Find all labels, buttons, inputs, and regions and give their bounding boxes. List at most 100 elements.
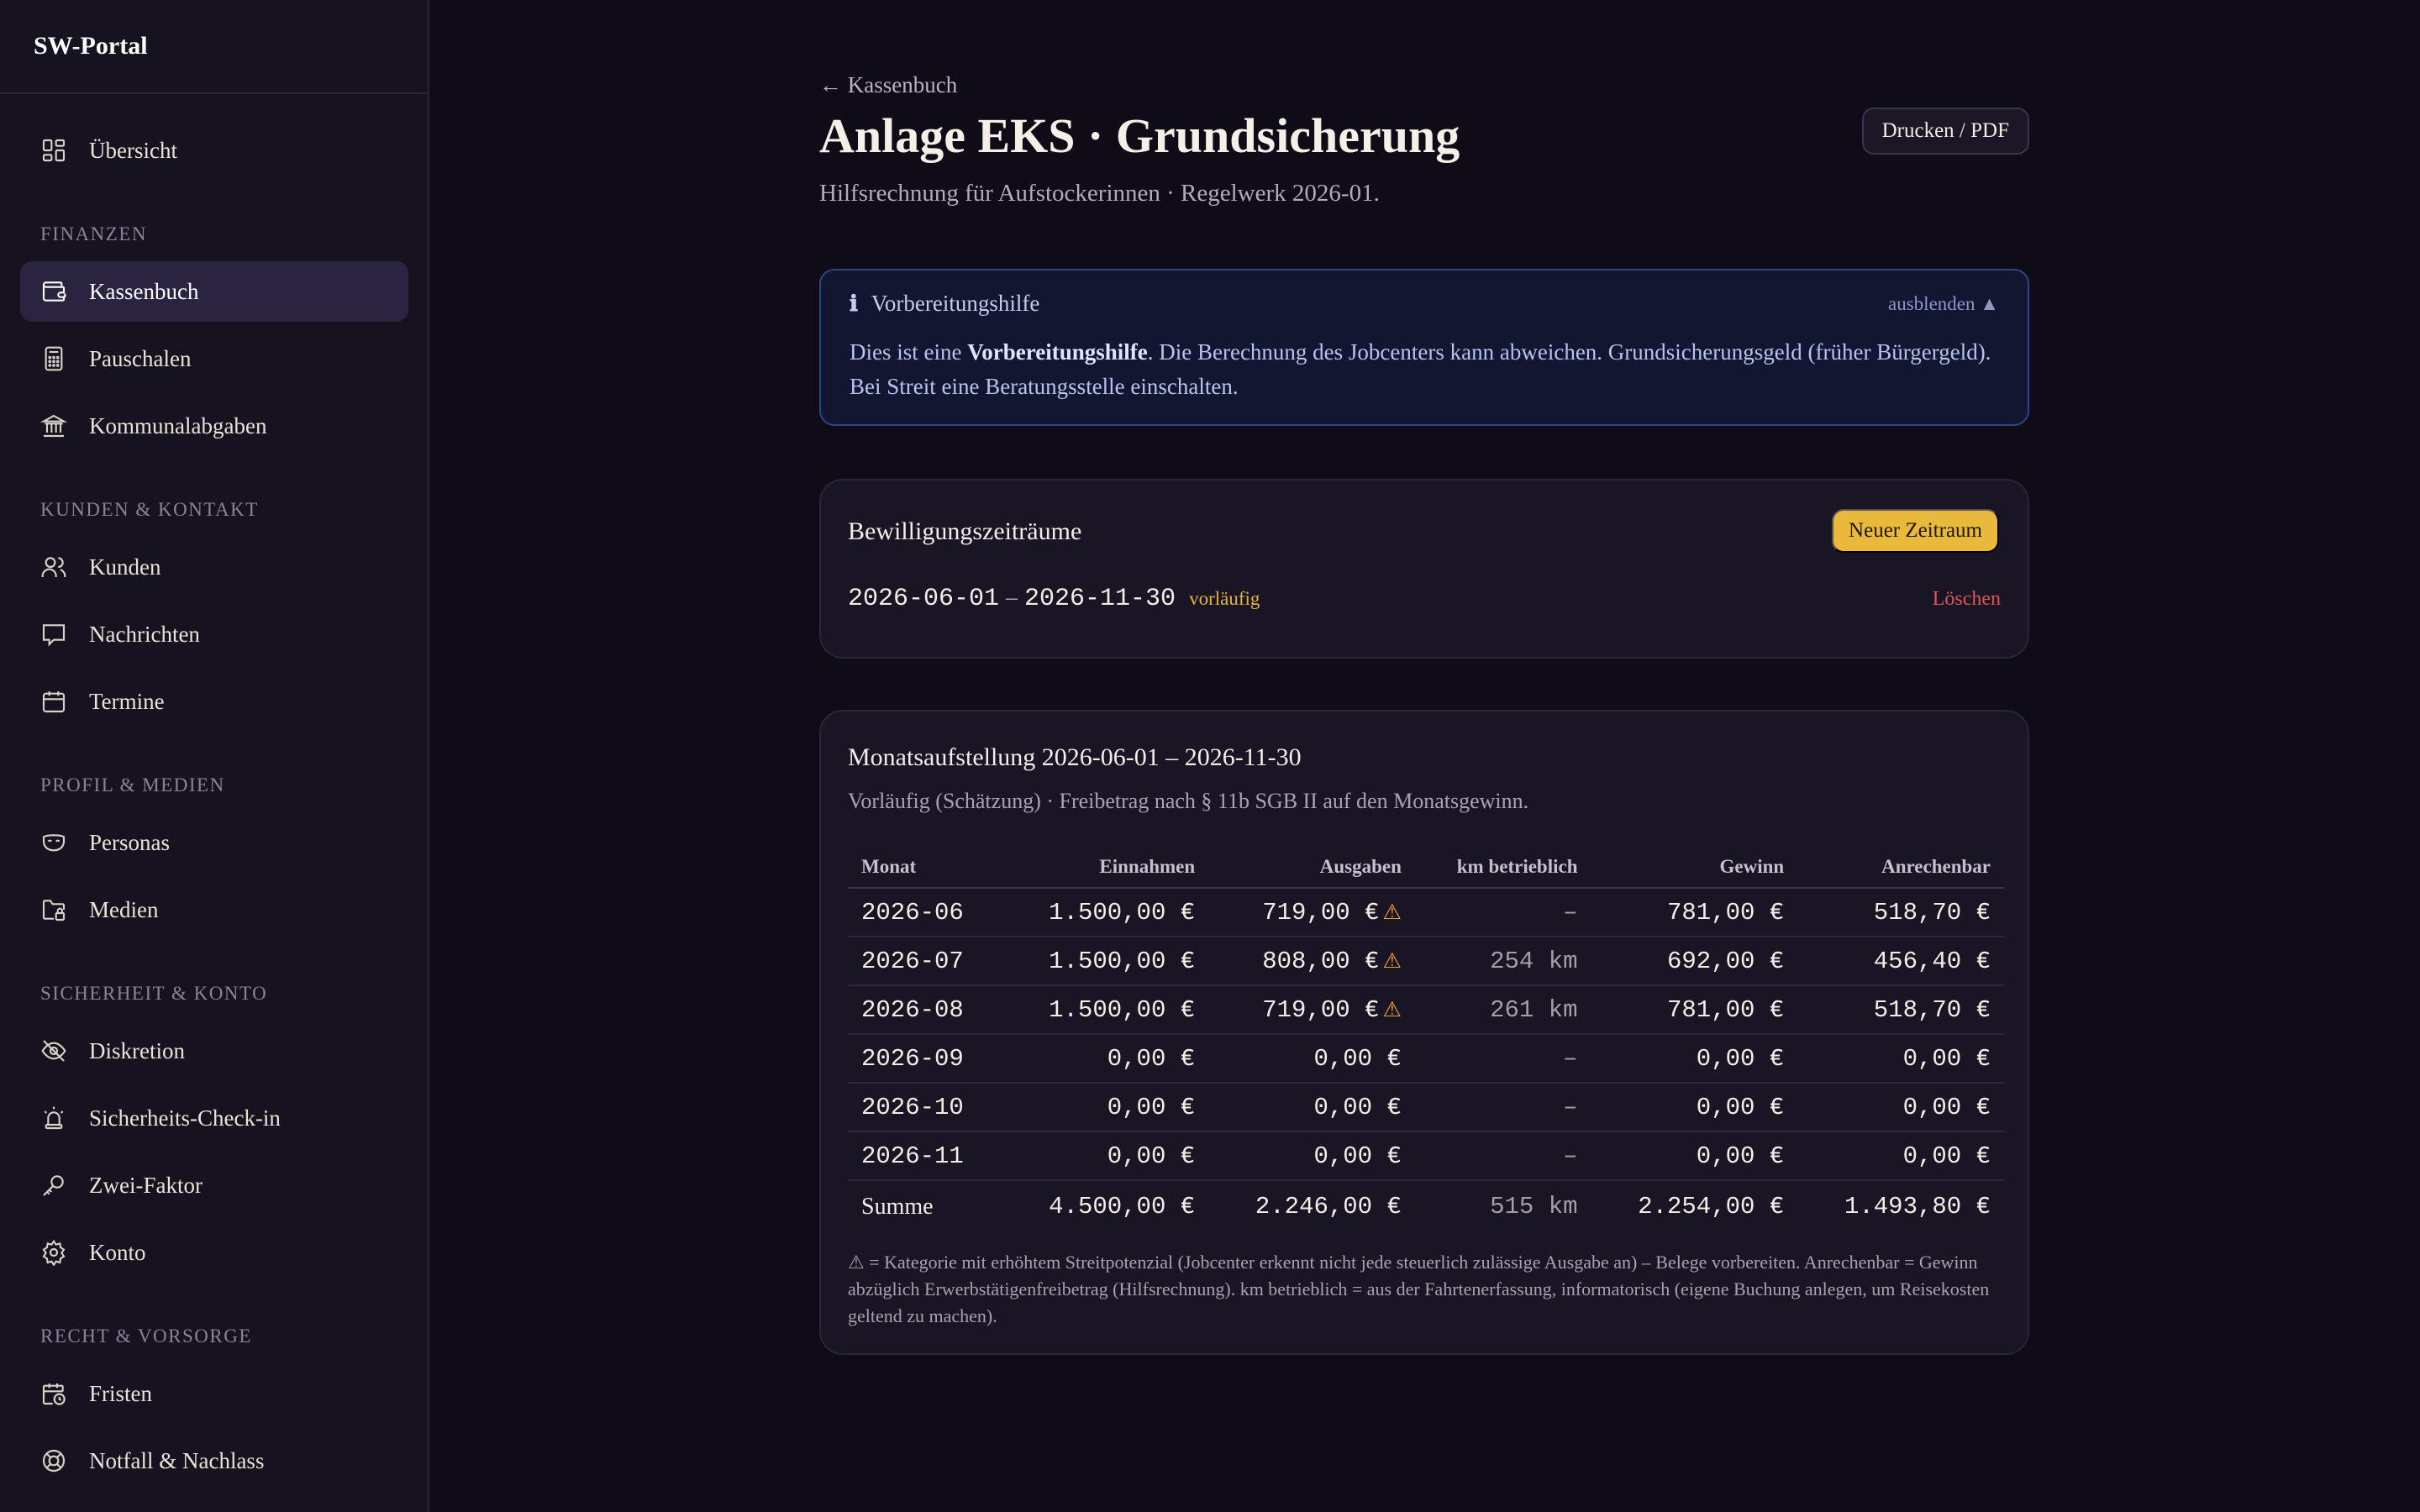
new-period-button[interactable]: Neuer Zeitraum	[1832, 509, 1999, 553]
cell-income: 1.500,00 €	[1002, 937, 1209, 986]
sum-profit: 2.254,00 €	[1638, 1193, 1785, 1221]
sidebar-item-konto[interactable]: Konto	[20, 1222, 408, 1283]
period-separator: –	[1006, 585, 1018, 611]
cell-profit: 781,00 €	[1591, 985, 1798, 1035]
info-notice-text: Dies ist eine Vorbereitungshilfe. Die Be…	[850, 335, 1999, 404]
nav-section-finanzen: FINANZEN	[40, 223, 147, 244]
sidebar-item-label: Konto	[89, 1239, 146, 1265]
monthly-summary-card: Monatsaufstellung 2026-06-01 – 2026-11-3…	[819, 710, 2029, 1355]
cell-km: 261 km	[1414, 985, 1591, 1035]
mask-icon	[42, 834, 66, 852]
delete-period-button[interactable]: Löschen	[1933, 588, 2001, 611]
cell-profit-value: 781,00 €	[1666, 995, 1785, 1024]
table-row: 2026-06 1.500,00 € 719,00 € ⚠ – 781,00 € 518,7…	[848, 888, 2004, 937]
column-header-profit: Gewinn	[1591, 846, 1798, 889]
table-footnote: ⚠ = Kategorie mit erhöhtem Streitpotenzi…	[848, 1252, 1990, 1326]
cell-km: –	[1414, 1034, 1591, 1084]
table-row: 2026-07 1.500,00 € 808,00 € ⚠ 254 km 692,00 €…	[848, 937, 2004, 986]
period-end-date: 2026-11-30	[1024, 585, 1176, 613]
cell-month: 2026-10	[848, 1083, 1002, 1132]
cell-income-value: 0,00 €	[1107, 1142, 1196, 1170]
warning-icon: ⚠	[1382, 899, 1402, 924]
table-row: 2026-10 0,00 € 0,00 € – 0,00 € 0,00 €	[848, 1083, 2004, 1132]
sidebar-item-kassenbuch[interactable]: Kassenbuch	[20, 261, 408, 322]
monthly-summary-title: Monatsaufstellung 2026-06-01 – 2026-11-3…	[848, 743, 1302, 771]
column-header-month: Monat	[848, 846, 1002, 889]
dashboard-icon	[42, 139, 66, 162]
gear-icon	[42, 1239, 66, 1266]
cell-profit-value: 0,00 €	[1696, 1142, 1785, 1170]
sidebar-item-label: Notfall & Nachlass	[89, 1447, 265, 1473]
cell-month-value: 2026-11	[861, 1142, 964, 1170]
table-row: 2026-11 0,00 € 0,00 € – 0,00 € 0,00 €	[848, 1131, 2004, 1181]
eye-off-icon	[41, 1040, 66, 1062]
warning-icon: ⚠	[1382, 948, 1402, 973]
sidebar-item-personas[interactable]: Personas	[20, 812, 408, 873]
back-link[interactable]: ← Kassenbuch	[819, 72, 957, 98]
cell-month: 2026-06	[848, 888, 1002, 937]
sum-income: 4.500,00 €	[1049, 1193, 1196, 1221]
sidebar-item-pauschalen[interactable]: Pauschalen	[20, 328, 408, 389]
sum-label: Summe	[861, 1193, 934, 1220]
cell-income-value: 1.500,00 €	[1049, 947, 1196, 975]
cell-km-value: 261 km	[1490, 995, 1578, 1024]
cell-countable-value: 518,70 €	[1873, 898, 1991, 927]
sidebar-item-label: Kommunalabgaben	[89, 412, 267, 438]
page-subtitle: Hilfsrechnung für Aufstockerinnen · Rege…	[819, 180, 1380, 207]
cell-income: 0,00 €	[1002, 1131, 1209, 1181]
sidebar-item-kommunalabgaben[interactable]: Kommunalabgaben	[20, 396, 408, 456]
cell-income: 0,00 €	[1002, 1083, 1209, 1132]
key-icon	[43, 1175, 64, 1196]
cell-expenses-value: 0,00 €	[1313, 1093, 1402, 1121]
sidebar-item-medien[interactable]: Medien	[20, 879, 408, 940]
cell-km-value: –	[1563, 898, 1578, 927]
sidebar-item-sicherheits-check-in[interactable]: Sicherheits-Check-in	[20, 1088, 408, 1148]
table-row: 2026-08 1.500,00 € 719,00 € ⚠ 261 km 781,00 €…	[848, 985, 2004, 1035]
sidebar-item-notfall-nachlass[interactable]: Notfall & Nachlass	[20, 1431, 408, 1491]
sum-km: 515 km	[1490, 1193, 1578, 1221]
info-text-bold: Vorbereitungshilfe	[967, 339, 1148, 365]
sidebar-item-nachrichten[interactable]: Nachrichten	[20, 604, 408, 664]
cell-km-value: –	[1563, 1044, 1578, 1073]
cell-month: 2026-11	[848, 1131, 1002, 1181]
sidebar-item-label: Sicherheits-Check-in	[89, 1105, 281, 1131]
app-brand[interactable]: SW-Portal	[0, 0, 428, 94]
cell-km-value: –	[1563, 1142, 1578, 1170]
sum-row: Summe 4.500,00 € 2.246,00 € 515 km 2.254…	[848, 1180, 2004, 1232]
table-row: 2026-09 0,00 € 0,00 € – 0,00 € 0,00 €	[848, 1034, 2004, 1084]
cell-profit-value: 0,00 €	[1696, 1093, 1785, 1121]
cell-expenses: 719,00 € ⚠	[1208, 888, 1415, 937]
cell-profit: 0,00 €	[1591, 1034, 1798, 1084]
cell-month-value: 2026-09	[861, 1044, 964, 1073]
sidebar-item-zwei-faktor[interactable]: Zwei-Faktor	[20, 1155, 408, 1215]
sidebar-item-label: Termine	[89, 688, 165, 714]
cell-countable: 518,70 €	[1797, 985, 2004, 1035]
column-header-km: km betrieblich	[1414, 846, 1591, 889]
cell-countable-value: 518,70 €	[1873, 995, 1991, 1024]
info-notice-header: ℹ Vorbereitungshilfe ausblenden ▲	[850, 291, 1999, 317]
sidebar-item-kunden[interactable]: Kunden	[20, 537, 408, 597]
sidebar-item-label: Fristen	[89, 1380, 153, 1406]
cell-profit: 781,00 €	[1591, 888, 1798, 937]
sidebar-item-uebersicht[interactable]: Übersicht	[20, 120, 408, 181]
cell-month-value: 2026-06	[861, 898, 964, 927]
period-start-date: 2026-06-01	[848, 585, 1000, 613]
calendar-icon	[42, 691, 66, 713]
cell-km: –	[1414, 1083, 1591, 1132]
sidebar-item-fristen[interactable]: Fristen	[20, 1363, 408, 1424]
cell-profit-value: 692,00 €	[1666, 947, 1785, 975]
hide-notice-button[interactable]: ausblenden ▲	[1888, 293, 1999, 315]
period-status-badge: vorläufig	[1189, 588, 1260, 609]
cell-expenses: 0,00 €	[1208, 1131, 1415, 1181]
period-row: 2026-06-01 – 2026-11-30 vorläufig Lösche…	[848, 585, 2001, 613]
cell-countable-value: 0,00 €	[1902, 1142, 1991, 1170]
bank-icon	[40, 414, 67, 438]
cell-month-value: 2026-07	[861, 947, 964, 975]
cell-income: 1.500,00 €	[1002, 985, 1209, 1035]
sidebar-item-termine[interactable]: Termine	[20, 671, 408, 732]
print-pdf-button[interactable]: Drucken / PDF	[1861, 108, 2029, 155]
cell-income: 1.500,00 €	[1002, 888, 1209, 937]
sidebar-item-label: Diskretion	[89, 1037, 185, 1063]
sidebar-item-diskretion[interactable]: Diskretion	[20, 1021, 408, 1081]
sidebar: SW-Portal Übersicht FINANZEN Kassenbuch …	[0, 0, 429, 1512]
